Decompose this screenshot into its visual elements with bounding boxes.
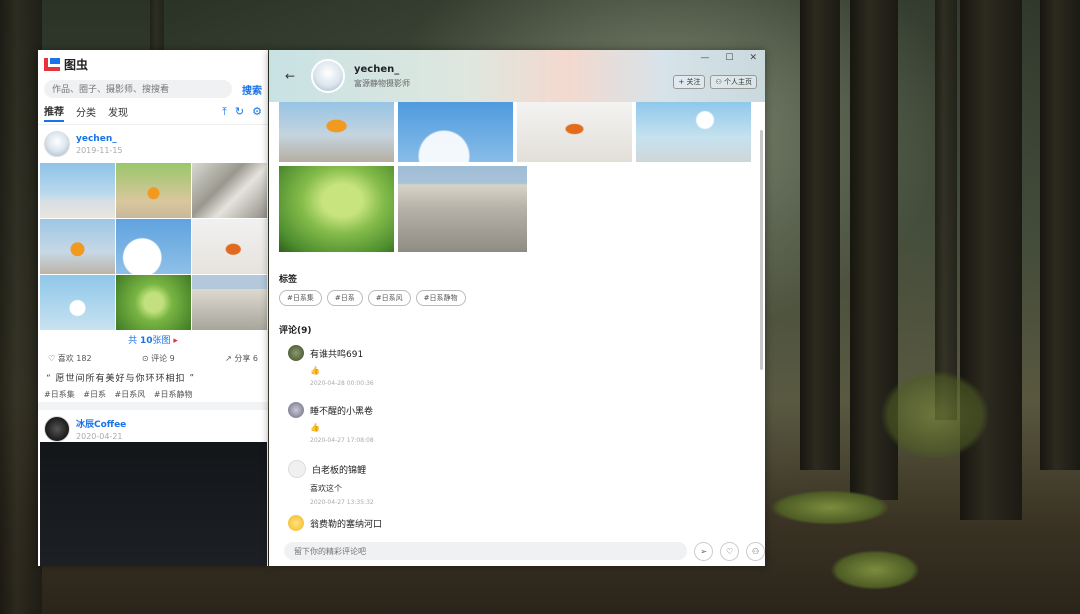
tag-link[interactable]: #日系集 (44, 390, 75, 399)
comment-icon: ⊙ (141, 354, 149, 363)
tag-link[interactable]: #日系 (83, 390, 106, 399)
avatar[interactable] (288, 345, 304, 361)
comment-author[interactable]: 有谁共鸣691 (310, 347, 363, 360)
comment-text: 喜欢这个 (310, 484, 342, 493)
photo-gallery (279, 102, 754, 256)
post-photo[interactable] (40, 442, 267, 566)
tag-link[interactable]: #日系静物 (154, 390, 193, 399)
scroll-top-icon[interactable]: ⤒ (222, 105, 227, 119)
photo[interactable] (636, 102, 751, 162)
like-button[interactable]: ♡ 喜欢 182 (48, 353, 92, 364)
search-input[interactable] (44, 80, 232, 98)
refresh-icon[interactable]: ↻ (235, 105, 244, 119)
photo-thumb[interactable] (116, 219, 191, 274)
tag-link[interactable]: #日系风 (115, 390, 146, 399)
detail-header: ← yechen_ 富源静物摄影师 — ☐ ✕ + 关注 ⚇ 个人主页 (269, 50, 765, 102)
post-tags: #日系集 #日系 #日系风 #日系静物 (38, 387, 268, 402)
avatar[interactable] (44, 131, 70, 157)
photo-grid (40, 163, 267, 330)
comment-text: 👍 (310, 423, 320, 432)
share-icon: ↗ (225, 354, 232, 363)
photo-thumb[interactable] (116, 275, 191, 330)
tab-recommend[interactable]: 推荐 (44, 103, 64, 122)
comment-author[interactable]: 白老板的锦鲤 (312, 463, 366, 476)
maximize-icon[interactable]: ☐ (725, 53, 733, 63)
photo[interactable] (279, 102, 394, 162)
photo-thumb[interactable] (40, 275, 115, 330)
post-author[interactable]: yechen_ (76, 134, 123, 144)
tag-chip[interactable]: #日系静物 (415, 290, 466, 306)
photo-thumb[interactable] (116, 163, 191, 218)
search-bar: 搜索 (38, 78, 268, 100)
comment-text: 👍 (310, 366, 320, 375)
post-date: 2019-11-15 (76, 145, 123, 155)
feed-tabs: 推荐 分类 发现 ⤒ ↻ ⚙ (38, 100, 268, 125)
send-icon[interactable]: ➢ (694, 541, 714, 561)
tab-category[interactable]: 分类 (76, 104, 96, 121)
photo[interactable] (398, 166, 527, 252)
scrollbar[interactable] (760, 130, 763, 370)
avatar[interactable] (288, 402, 304, 418)
photo[interactable] (279, 166, 394, 252)
search-button[interactable]: 搜索 (242, 82, 262, 97)
minimize-icon[interactable]: — (700, 53, 709, 63)
tab-discover[interactable]: 发现 (108, 104, 128, 121)
detail-window: ← yechen_ 富源静物摄影师 — ☐ ✕ + 关注 ⚇ 个人主页 标签 #… (269, 50, 765, 566)
more-photos-link[interactable]: 共 10张图 ▸ (38, 330, 268, 349)
comment-author[interactable]: 睡不醒的小黑卷 (310, 404, 373, 417)
comment-time: 2020-04-27 13:35:32 (310, 499, 374, 506)
close-icon[interactable]: ✕ (749, 53, 757, 63)
post-actions: ♡ 喜欢 182 ⊙ 评论 9 ↗ 分享 6 (38, 349, 268, 368)
photo-thumb[interactable] (40, 163, 115, 218)
app-logo-icon (44, 57, 60, 71)
follow-button[interactable]: + 关注 (673, 75, 706, 89)
author-subtitle: 富源静物摄影师 (354, 78, 410, 88)
photo[interactable] (398, 102, 513, 162)
comment-time: 2020-04-28 00:00:36 (310, 380, 374, 387)
photo[interactable] (517, 102, 632, 162)
settings-icon[interactable]: ⚙ (252, 105, 262, 119)
app-name: 图虫 (64, 57, 89, 72)
tags-title: 标签 (279, 275, 298, 285)
avatar[interactable] (288, 460, 306, 478)
tag-chip[interactable]: #日系集 (279, 290, 322, 306)
photo-thumb[interactable] (192, 219, 267, 274)
comment-item: 有谁共鸣691 👍 2020-04-28 00:00:36 (288, 345, 728, 387)
comments-title: 评论(9) (279, 326, 312, 336)
tag-list: #日系集 #日系 #日系风 #日系静物 (279, 290, 466, 306)
share-button[interactable]: ↗ 分享 6 (225, 353, 258, 364)
photo-thumb[interactable] (192, 275, 267, 330)
comment-author[interactable]: 翁费勒的塞纳河口 (310, 517, 382, 530)
avatar[interactable] (311, 59, 345, 93)
post-date: 2020-04-21 (76, 432, 123, 441)
photo-thumb[interactable] (192, 163, 267, 218)
comment-time: 2020-04-27 17:08:08 (310, 437, 374, 444)
post-header: yechen_ 2019-11-15 (38, 125, 268, 163)
avatar[interactable] (288, 515, 304, 531)
arrow-left-icon[interactable]: ← (281, 67, 299, 85)
tag-chip[interactable]: #日系 (326, 290, 363, 306)
comment-bar: ➢ ♡ ⚇ (269, 536, 765, 566)
comment-input[interactable] (284, 542, 688, 560)
comment-button[interactable]: ⊙ 评论 9 (142, 353, 175, 364)
app-brand: 图虫 (38, 50, 268, 78)
heart-icon[interactable]: ♡ (720, 541, 740, 561)
profile-button[interactable]: ⚇ 个人主页 (710, 75, 757, 89)
comment-item: 睡不醒的小黑卷 👍 2020-04-27 17:08:08 (288, 402, 728, 444)
post-author[interactable]: 冰辰Coffee (76, 417, 126, 430)
comment-item: 白老板的锦鲤 喜欢这个 2020-04-27 13:35:32 (288, 460, 728, 506)
post-caption: “ 愿世间所有美好与你环环相扣 ” (46, 374, 195, 384)
heart-icon: ♡ (48, 354, 56, 363)
user-icon[interactable]: ⚇ (746, 541, 765, 561)
feed-window: 图虫 搜索 推荐 分类 发现 ⤒ ↻ ⚙ yechen_ 2019-11-15 … (38, 50, 268, 566)
window-controls: — ☐ ✕ (700, 53, 757, 63)
user-icon: ⚇ (715, 78, 722, 86)
author-name[interactable]: yechen_ (354, 64, 410, 75)
photo-thumb[interactable] (40, 219, 115, 274)
triangle-right-icon: ▸ (173, 336, 178, 346)
comment-item: 翁费勒的塞纳河口 (288, 515, 728, 531)
tag-chip[interactable]: #日系风 (367, 290, 411, 306)
avatar[interactable] (44, 416, 70, 442)
